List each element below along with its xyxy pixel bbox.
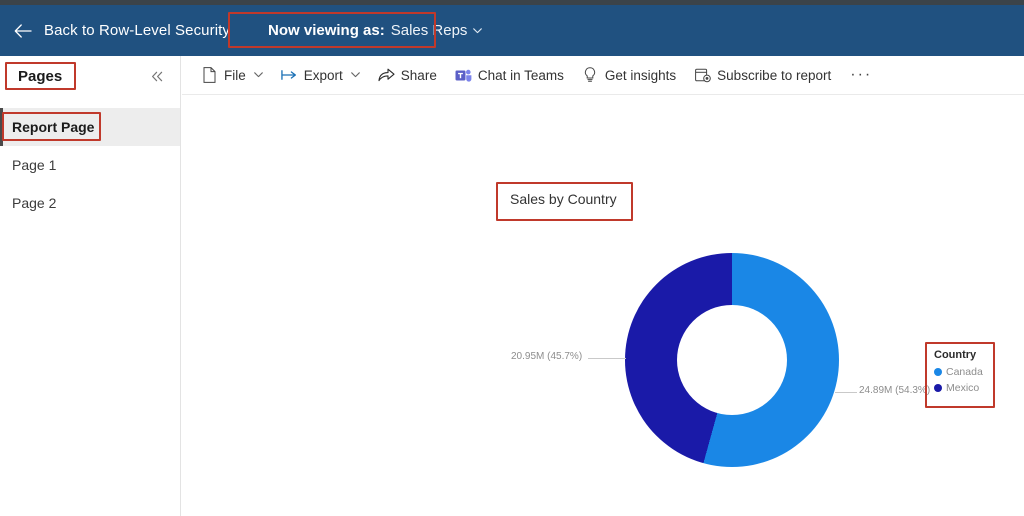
legend-item-label: Canada xyxy=(946,366,983,378)
leader-line-right xyxy=(835,392,857,393)
legend-item-canada[interactable]: Canada xyxy=(934,364,990,380)
now-viewing-as-label: Now viewing as: xyxy=(268,21,385,39)
toolbar-item-label: Subscribe to report xyxy=(717,67,832,83)
pages-title: Pages xyxy=(18,67,63,85)
toolbar-more-options-button[interactable]: ··· xyxy=(840,64,882,86)
legend-item-mexico[interactable]: Mexico xyxy=(934,380,990,396)
chart-legend: Country Canada Mexico xyxy=(928,344,994,402)
toolbar-item-label: Get insights xyxy=(604,67,677,83)
chevron-down-icon xyxy=(473,24,483,37)
share-icon xyxy=(378,67,395,84)
toolbar-chat-in-teams-button[interactable]: Chat in Teams xyxy=(446,60,573,90)
chart-title: Sales by Country xyxy=(510,191,617,207)
sidebar-item-report-page[interactable]: Report Page xyxy=(0,108,180,146)
toolbar-subscribe-button[interactable]: Subscribe to report xyxy=(685,60,840,90)
legend-item-label: Mexico xyxy=(946,382,980,394)
chevron-down-icon xyxy=(349,70,360,80)
now-viewing-as-value: Sales Reps xyxy=(390,21,468,39)
toolbar-file-button[interactable]: File xyxy=(192,60,272,90)
toolbar-export-button[interactable]: Export xyxy=(272,60,369,90)
data-label-canada: 24.89M (54.3%) xyxy=(859,385,931,396)
data-label-mexico: 20.95M (45.7%) xyxy=(511,351,583,362)
toolbar-item-label: Share xyxy=(400,67,437,83)
toolbar-share-button[interactable]: Share xyxy=(369,60,446,90)
pages-header: Pages xyxy=(0,56,180,96)
subscribe-icon xyxy=(694,67,711,84)
app-bar: Back to Row-Level Security Now viewing a… xyxy=(0,5,1024,56)
toolbar-item-label: Chat in Teams xyxy=(477,67,564,83)
teams-icon xyxy=(455,67,472,84)
lightbulb-icon xyxy=(582,67,599,84)
chevron-down-icon xyxy=(252,70,263,80)
sidebar-item-label: Report Page xyxy=(12,119,95,135)
leader-line-left xyxy=(588,358,626,359)
toolbar-item-label: File xyxy=(224,67,246,83)
now-viewing-as-selector[interactable]: Now viewing as: Sales Reps xyxy=(258,17,492,45)
sidebar-item-page-2[interactable]: Page 2 xyxy=(0,184,180,222)
arrow-left-icon[interactable] xyxy=(14,21,34,41)
export-icon xyxy=(281,67,298,84)
sidebar-item-page-1[interactable]: Page 1 xyxy=(0,146,180,184)
pages-sidebar: Pages Report Page Page 1 Page 2 xyxy=(0,56,181,516)
donut-hole xyxy=(677,305,787,415)
toolbar-get-insights-button[interactable]: Get insights xyxy=(573,60,685,90)
collapse-pages-icon[interactable] xyxy=(146,65,168,87)
legend-swatch-canada xyxy=(934,368,942,376)
report-toolbar: File Export Share Chat in Teams Get insi… xyxy=(182,56,1024,95)
back-to-rls-link[interactable]: Back to Row-Level Security xyxy=(44,22,230,39)
toolbar-item-label: Export xyxy=(303,67,343,83)
donut-chart[interactable] xyxy=(625,253,839,467)
file-icon xyxy=(201,67,218,84)
sidebar-item-label: Page 2 xyxy=(12,195,57,211)
legend-title: Country xyxy=(934,349,977,361)
report-canvas: Sales by Country 20.95M (45.7%) 24.89M (… xyxy=(182,96,1024,516)
legend-swatch-mexico xyxy=(934,384,942,392)
page-list: Report Page Page 1 Page 2 xyxy=(0,108,180,222)
sidebar-item-label: Page 1 xyxy=(12,157,57,173)
